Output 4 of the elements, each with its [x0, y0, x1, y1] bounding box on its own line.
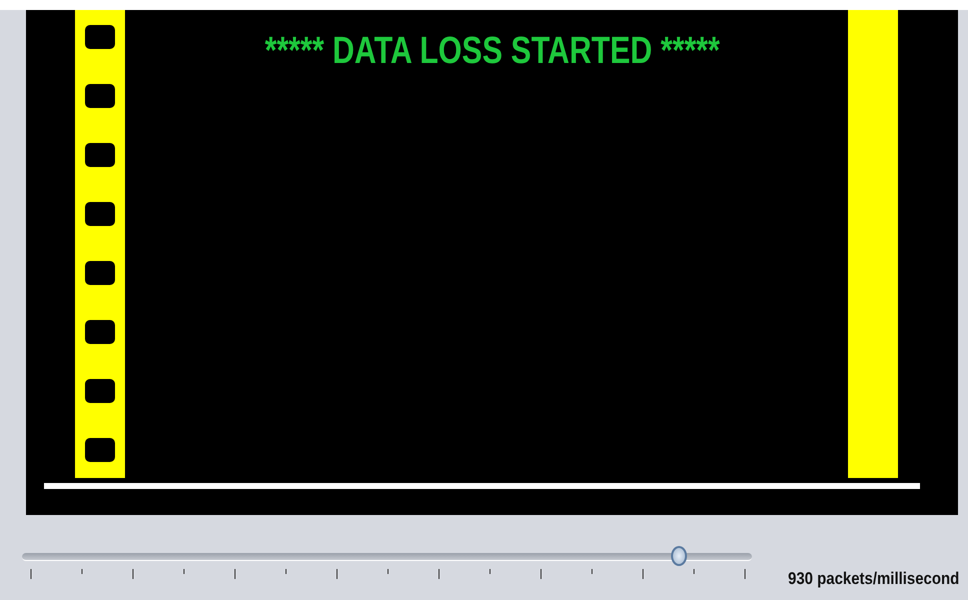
status-title: ***** DATA LOSS STARTED ***** [264, 30, 720, 73]
speed-slider[interactable] [22, 546, 752, 566]
slider-thumb[interactable] [671, 546, 687, 566]
speed-reading: 930 packets/millisecond [788, 569, 960, 589]
